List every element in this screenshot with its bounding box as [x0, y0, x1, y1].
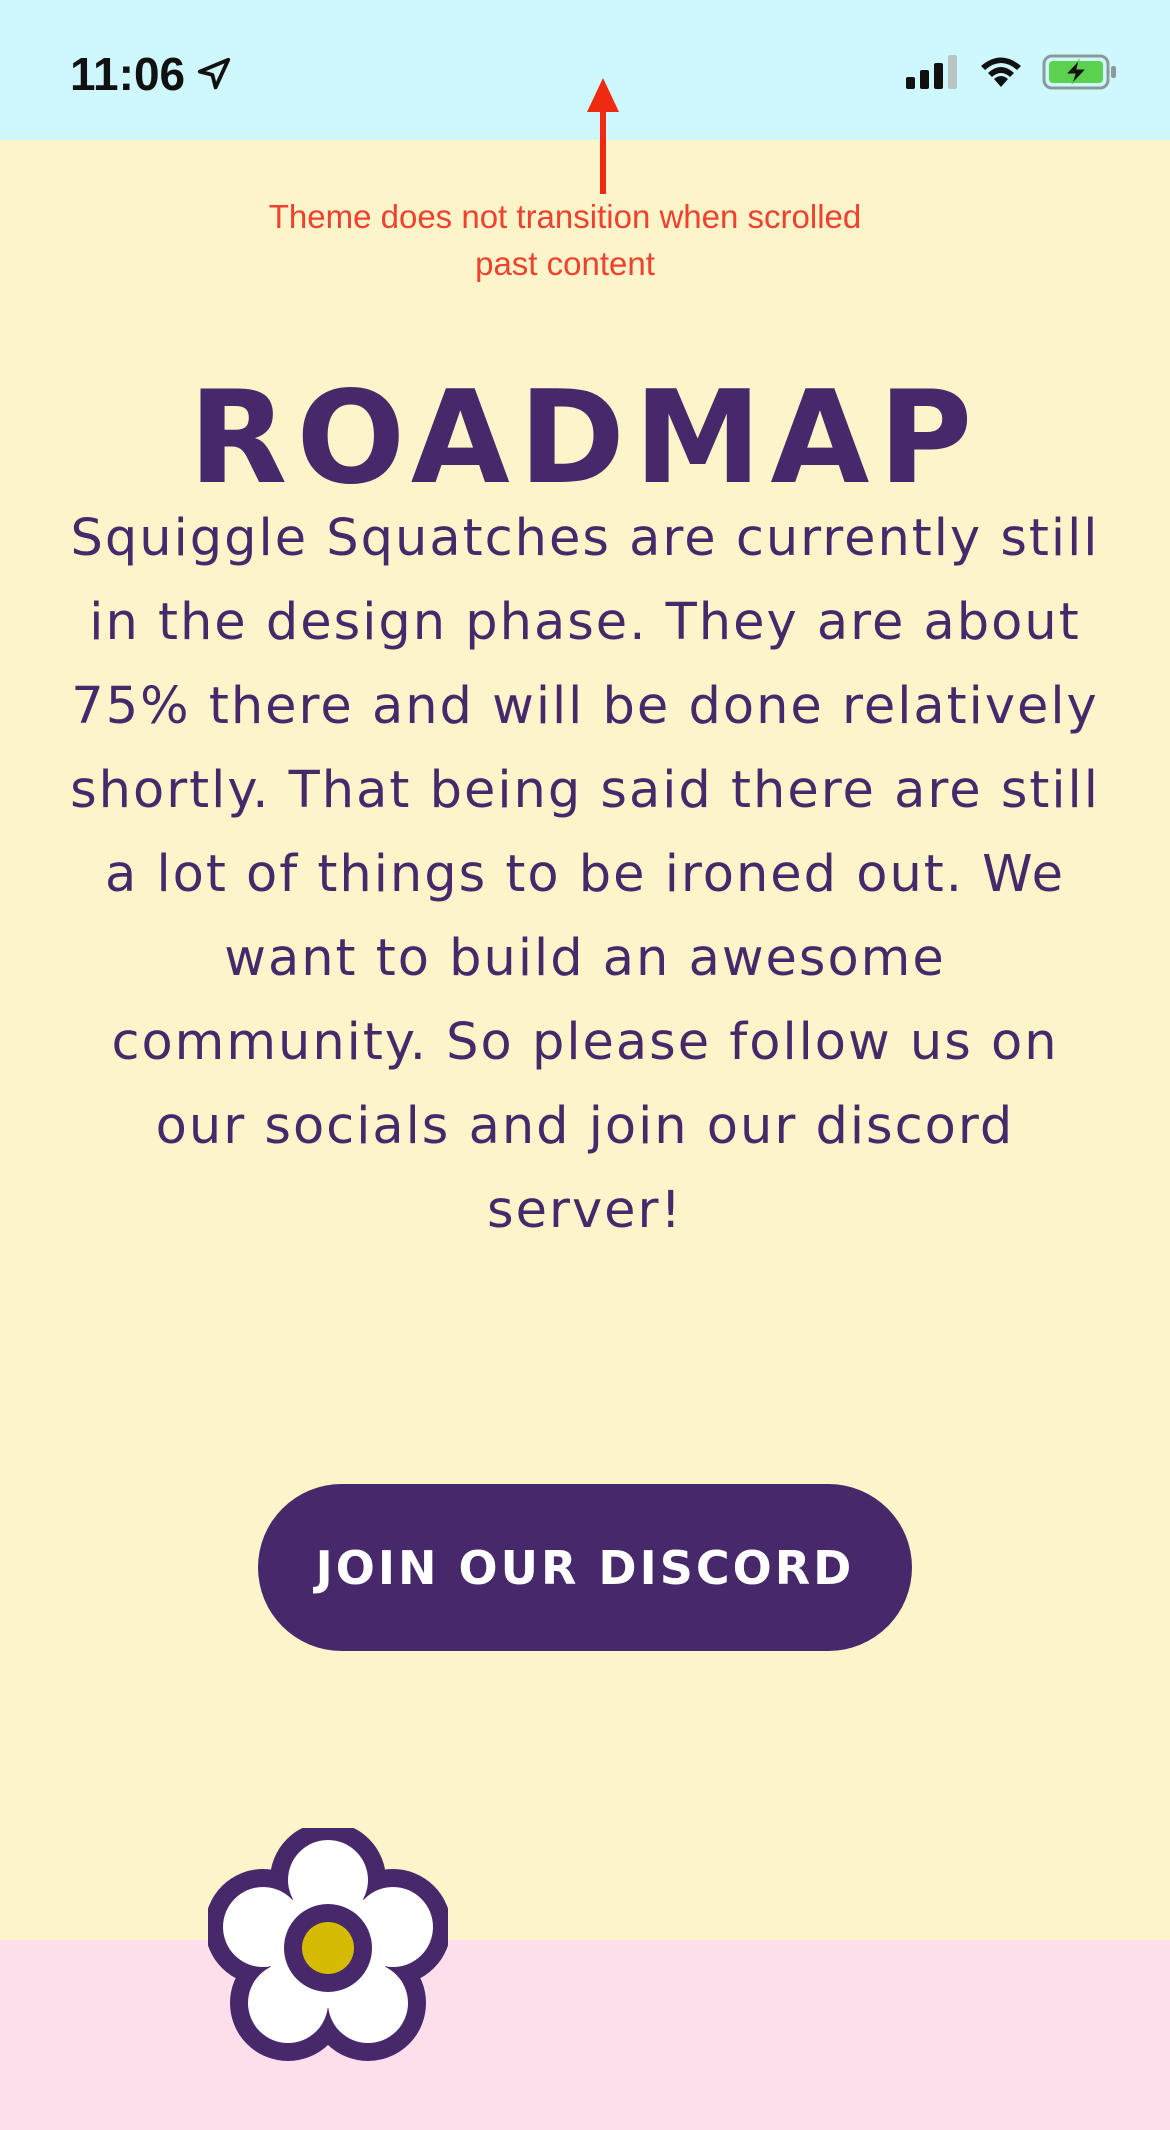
up-arrow-icon: [587, 78, 619, 194]
status-time-group: 11:06: [70, 46, 233, 102]
cellular-signal-icon: [906, 55, 957, 89]
status-icons: [906, 54, 1118, 90]
location-arrow-icon: [197, 57, 231, 90]
roadmap-description: Squiggle Squatches are currently still i…: [70, 509, 1100, 1240]
footer-section: [0, 1940, 1170, 2130]
flower-icon: [208, 1828, 448, 2061]
wifi-icon: [981, 57, 1021, 87]
status-time: 11:06: [70, 48, 186, 100]
annotation-note: Theme does not transition when scrolled …: [268, 198, 862, 282]
battery-charging-icon: [1042, 54, 1116, 90]
page-title: ROADMAP: [188, 363, 982, 513]
join-discord-button[interactable]: JOIN OUR DISCORD: [258, 1484, 912, 1651]
